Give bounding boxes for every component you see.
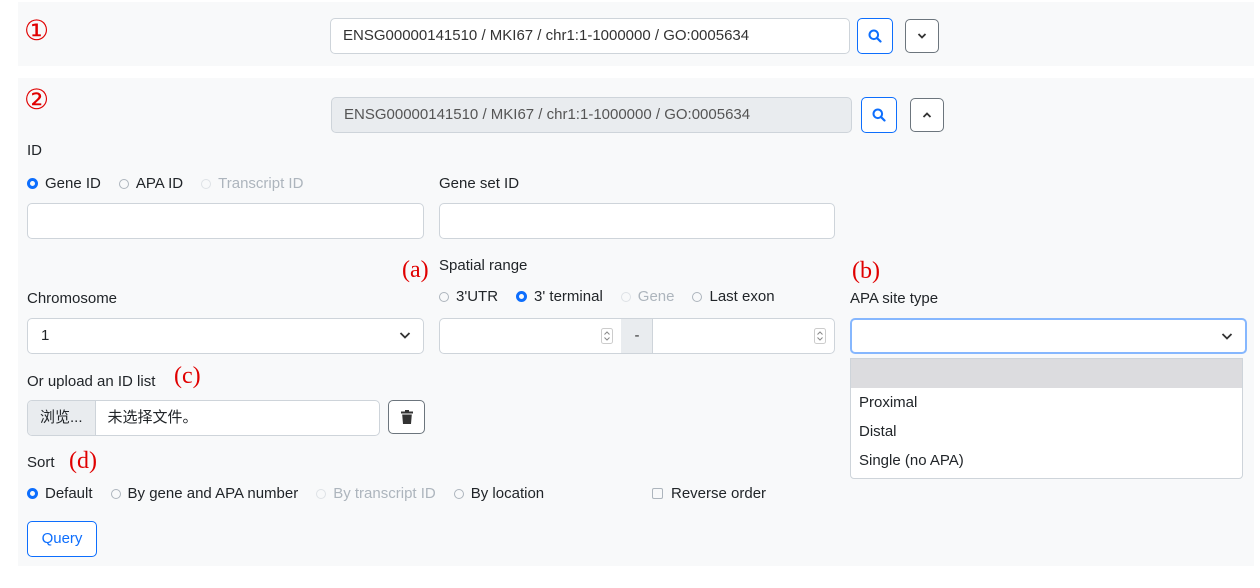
dropdown-option-single[interactable]: Single (no APA) <box>851 446 1242 475</box>
marker-1: ① <box>24 16 50 47</box>
spinner-icon[interactable] <box>601 328 613 344</box>
reverse-order-label: Reverse order <box>671 485 767 502</box>
collapse-button[interactable] <box>910 98 944 132</box>
spatial-range-radio-group: 3'UTR 3' terminal Gene Last exon <box>439 288 793 305</box>
radio-apa-id[interactable]: APA ID <box>118 175 183 192</box>
gene-set-label: Gene set ID <box>439 175 520 192</box>
radio-transcript-id: Transcript ID <box>201 175 303 192</box>
clear-file-button[interactable] <box>388 400 425 434</box>
annotation-a: (a) <box>402 257 429 283</box>
search-icon <box>872 108 886 122</box>
radio-last-exon[interactable]: Last exon <box>692 288 775 305</box>
file-name-text: 未选择文件。 <box>107 409 198 426</box>
search-button-expanded[interactable] <box>861 97 897 133</box>
search-button-collapsed[interactable] <box>857 18 893 54</box>
id-label: ID <box>27 142 42 159</box>
chevron-up-icon <box>922 112 932 118</box>
radio-gene: Gene <box>620 288 674 305</box>
dropdown-option-blank[interactable] <box>851 359 1242 388</box>
search-input-expanded: ENSG00000141510 / MKI67 / chr1:1-1000000… <box>331 97 852 133</box>
radio-gene-id[interactable]: Gene ID <box>27 175 101 192</box>
dropdown-option-proximal[interactable]: Proximal <box>851 388 1242 417</box>
search-input-collapsed[interactable]: ENSG00000141510 / MKI67 / chr1:1-1000000… <box>330 18 850 54</box>
browse-button[interactable]: 浏览... <box>28 401 96 435</box>
upload-label: Or upload an ID list <box>27 373 156 390</box>
expand-button[interactable] <box>905 19 939 53</box>
annotation-b: (b) <box>852 258 880 284</box>
range-to-input[interactable] <box>652 318 835 354</box>
annotation-d: (d) <box>69 448 97 474</box>
trash-icon <box>400 410 413 424</box>
chevron-down-icon <box>399 332 411 339</box>
file-upload-input[interactable]: 浏览... 未选择文件。 <box>27 400 380 436</box>
sort-label: Sort <box>27 454 55 471</box>
spinner-icon[interactable] <box>814 328 826 344</box>
chromosome-select[interactable]: 1 <box>27 318 424 354</box>
query-button[interactable]: Query <box>27 521 97 557</box>
radio-sort-transcript: By transcript ID <box>316 485 436 502</box>
chromosome-label: Chromosome <box>27 290 118 307</box>
chromosome-value: 1 <box>41 327 50 344</box>
chevron-down-icon <box>917 33 927 39</box>
marker-2: ② <box>24 85 50 116</box>
radio-3utr[interactable]: 3'UTR <box>439 288 498 305</box>
id-input[interactable] <box>27 203 424 239</box>
radio-sort-location[interactable]: By location <box>453 485 544 502</box>
annotation-c: (c) <box>174 363 201 389</box>
search-icon <box>868 29 882 43</box>
spatial-range-label: Spatial range <box>439 257 528 274</box>
apa-site-type-select[interactable] <box>850 318 1247 354</box>
dropdown-option-distal[interactable]: Distal <box>851 417 1242 446</box>
radio-3-terminal[interactable]: 3' terminal <box>516 288 603 305</box>
gene-set-input[interactable] <box>439 203 835 239</box>
radio-sort-default[interactable]: Default <box>27 485 93 502</box>
radio-sort-gene-apa[interactable]: By gene and APA number <box>110 485 298 502</box>
chevron-down-icon <box>1221 333 1233 340</box>
apa-site-type-label: APA site type <box>850 290 939 307</box>
reverse-order-checkbox[interactable]: Reverse order <box>652 485 766 502</box>
apa-site-type-dropdown: Proximal Distal Single (no APA) <box>850 358 1243 479</box>
id-type-radio-group: Gene ID APA ID Transcript ID <box>27 175 321 192</box>
range-separator: - <box>621 318 653 354</box>
sort-radio-group: Default By gene and APA number By transc… <box>27 485 562 502</box>
range-from-input[interactable] <box>439 318 622 354</box>
checkbox-box[interactable] <box>652 488 663 499</box>
